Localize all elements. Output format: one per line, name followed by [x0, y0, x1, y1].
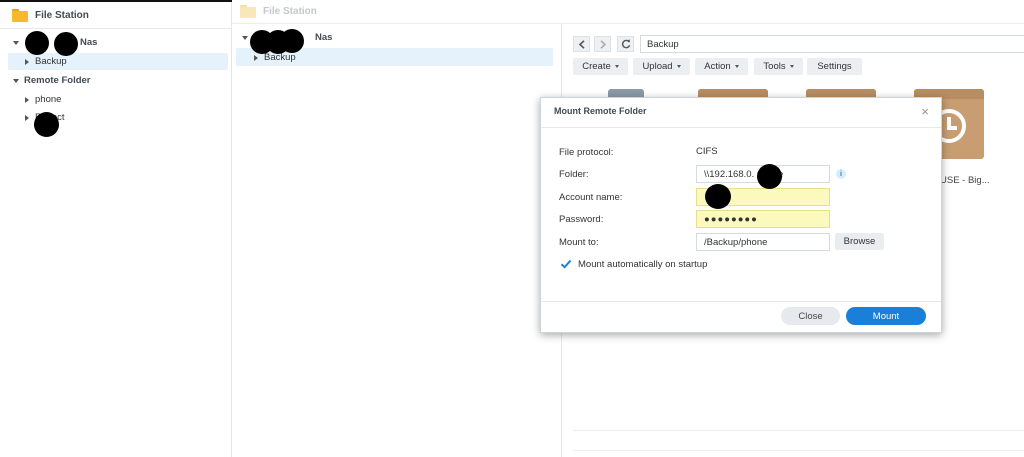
tree-remote-folder-label: Remote Folder	[24, 75, 91, 86]
redaction-mark	[705, 184, 731, 209]
close-button[interactable]: Close	[781, 307, 840, 325]
caret-right-icon	[25, 114, 29, 121]
file-protocol-value: CIFS	[696, 146, 718, 157]
password-label: Password:	[559, 214, 604, 225]
mount-to-label: Mount to:	[559, 237, 599, 248]
checkmark-icon	[560, 259, 572, 269]
back-button[interactable]	[573, 36, 590, 52]
password-input[interactable]: ●●●●●●●●	[696, 210, 830, 228]
divider	[232, 23, 1024, 24]
caret-down-icon	[13, 40, 19, 45]
path-input[interactable]: Backup	[640, 35, 1024, 53]
tree-nas-label: Nas	[80, 37, 98, 48]
tree-item-backup[interactable]: Backup	[25, 53, 67, 70]
background-titlebar: File Station	[240, 3, 317, 20]
redaction-mark	[280, 29, 304, 53]
tree-item-phone-label: phone	[35, 94, 62, 105]
tree-item-phone[interactable]: phone	[25, 91, 61, 108]
refresh-button[interactable]	[617, 36, 634, 52]
chevron-down-icon	[614, 65, 619, 68]
account-name-label: Account name:	[559, 192, 623, 203]
redaction-mark	[25, 31, 49, 55]
action-button[interactable]: Action	[695, 58, 748, 75]
forward-button[interactable]	[594, 36, 611, 52]
auto-mount-checkbox[interactable]	[560, 258, 572, 270]
caret-down-icon	[13, 78, 19, 83]
mount-button[interactable]: Mount	[846, 307, 926, 325]
mount-to-input[interactable]: /Backup/phone	[696, 233, 830, 251]
upload-button-label: Upload	[642, 61, 673, 72]
chevron-down-icon	[676, 65, 681, 68]
left-panel: File Station Nas Backup Remote Folder ph…	[0, 0, 232, 457]
chevron-down-icon	[789, 65, 794, 68]
tree-item-backup-label: Backup	[35, 56, 67, 67]
create-button[interactable]: Create	[573, 58, 628, 75]
background-title: File Station	[263, 6, 317, 17]
info-icon[interactable]: i	[836, 169, 846, 179]
upload-button[interactable]: Upload	[633, 58, 690, 75]
close-icon[interactable]: ×	[921, 104, 929, 119]
chevron-left-icon	[578, 39, 585, 49]
chevron-right-icon	[599, 39, 606, 49]
divider	[541, 301, 941, 302]
chevron-down-icon	[734, 65, 739, 68]
file-protocol-label: File protocol:	[559, 147, 614, 158]
settings-button-label: Settings	[817, 61, 852, 72]
app-title: File Station	[35, 9, 89, 21]
tools-button-label: Tools	[763, 61, 786, 72]
folder-label: Folder:	[559, 169, 589, 180]
refresh-icon	[621, 39, 630, 49]
redaction-mark	[54, 32, 78, 56]
divider	[573, 430, 1024, 431]
caret-right-icon	[25, 96, 29, 103]
auto-mount-label[interactable]: Mount automatically on startup	[578, 259, 707, 270]
divider	[573, 450, 1024, 451]
tools-button[interactable]: Tools	[754, 58, 803, 75]
browse-button[interactable]: Browse	[835, 233, 884, 250]
folder-icon	[240, 5, 256, 18]
settings-button[interactable]: Settings	[807, 58, 862, 75]
action-button-label: Action	[704, 61, 731, 72]
mount-remote-folder-dialog: Mount Remote Folder × File protocol: CIF…	[540, 97, 942, 333]
create-button-label: Create	[582, 61, 611, 72]
caret-right-icon	[25, 58, 29, 65]
divider	[541, 127, 941, 128]
caret-down-icon	[242, 35, 248, 40]
caret-right-icon	[254, 54, 258, 61]
redaction-mark	[757, 164, 782, 189]
folder-icon	[12, 8, 28, 22]
tree-remote-folder-node[interactable]: Remote Folder	[13, 72, 91, 89]
app-titlebar: File Station	[0, 2, 232, 29]
dialog-title: Mount Remote Folder	[554, 106, 647, 116]
bg-tree-nas-label: Nas	[315, 32, 333, 43]
redaction-mark	[34, 112, 59, 137]
file-name-label: USE - Big...	[940, 175, 990, 186]
